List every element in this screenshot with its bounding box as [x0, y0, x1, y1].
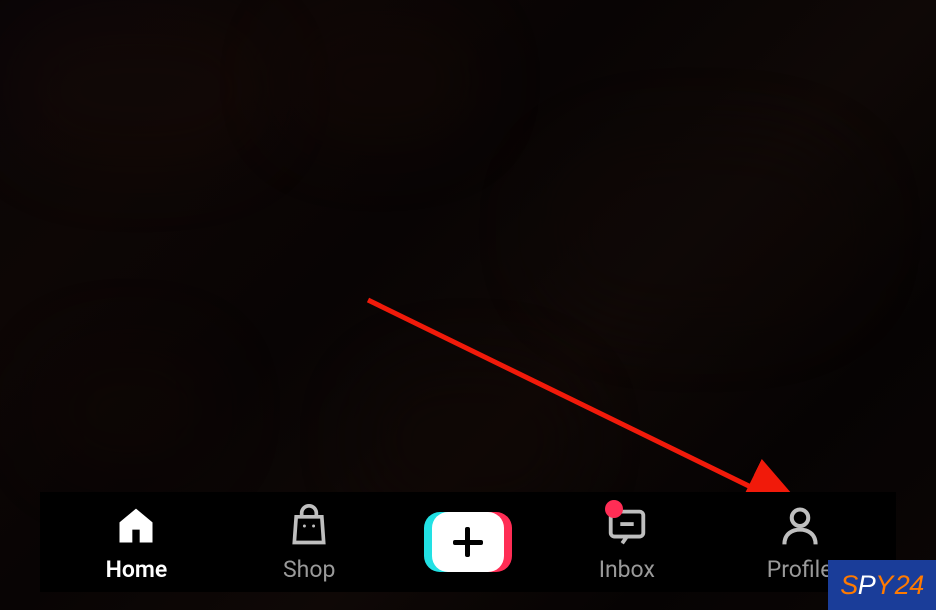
nav-shop[interactable]: Shop	[249, 502, 369, 583]
shopping-bag-icon	[285, 502, 333, 550]
nav-home[interactable]: Home	[76, 502, 196, 583]
notification-dot	[605, 500, 623, 518]
bg-blotch	[40, 340, 220, 480]
nav-shop-label: Shop	[283, 556, 335, 583]
nav-profile-label: Profile	[767, 556, 833, 583]
nav-home-label: Home	[106, 556, 168, 583]
plus-icon	[453, 527, 483, 557]
nav-inbox[interactable]: Inbox	[567, 502, 687, 583]
watermark-number: 24	[895, 572, 924, 599]
nav-inbox-label: Inbox	[599, 556, 655, 583]
bg-blotch	[540, 130, 860, 330]
video-feed-background: Home Shop	[0, 0, 936, 610]
bg-blotch	[10, 10, 270, 170]
watermark-letter: Y	[875, 572, 893, 599]
watermark-letter: P	[858, 572, 876, 599]
watermark-letter: S	[840, 572, 858, 599]
create-center	[432, 512, 504, 572]
profile-icon	[776, 502, 824, 550]
inbox-icon	[603, 502, 651, 550]
watermark-logo: SPY24	[828, 560, 936, 610]
bg-blotch	[280, 10, 480, 150]
home-icon	[112, 502, 160, 550]
bottom-nav-bar: Home Shop	[40, 492, 896, 592]
create-button[interactable]	[422, 512, 514, 572]
